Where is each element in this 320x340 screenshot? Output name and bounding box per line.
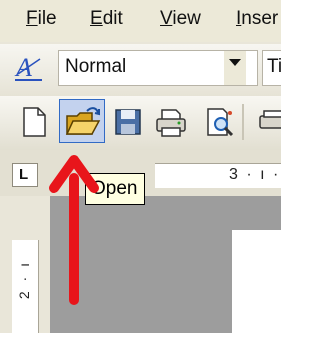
svg-text:A: A bbox=[14, 53, 32, 82]
save-disk-icon[interactable] bbox=[113, 104, 143, 140]
menu-file[interactable]: File bbox=[26, 8, 57, 30]
menu-edit-rest: dit bbox=[102, 8, 123, 29]
tooltip-text: Open bbox=[91, 178, 138, 199]
document-page[interactable] bbox=[232, 230, 281, 333]
left-tab-icon: L bbox=[19, 166, 29, 183]
horizontal-ruler-marks: 3 · ı · bbox=[229, 166, 281, 183]
open-folder-icon[interactable] bbox=[64, 104, 102, 140]
menu-insert-rest: nser bbox=[241, 8, 279, 29]
vertical-ruler[interactable]: 2 · ı bbox=[12, 240, 39, 333]
menu-edit[interactable]: Edit bbox=[90, 8, 123, 30]
menu-bar: File Edit View Inser bbox=[0, 0, 281, 42]
vertical-ruler-marks: 2 · ı bbox=[16, 260, 32, 300]
menu-view[interactable]: View bbox=[160, 8, 201, 30]
horizontal-ruler[interactable]: 3 · ı · bbox=[155, 163, 281, 188]
styles-and-formatting-icon[interactable]: A bbox=[12, 50, 46, 86]
tab-selector[interactable]: L bbox=[12, 163, 38, 187]
menu-file-rest: ile bbox=[37, 8, 57, 29]
menu-view-rest: iew bbox=[172, 8, 201, 29]
style-value: Normal bbox=[65, 56, 127, 77]
menu-insert[interactable]: Inser bbox=[236, 8, 278, 30]
new-document-icon[interactable] bbox=[20, 104, 50, 140]
print-preview-icon[interactable] bbox=[203, 104, 237, 140]
chevron-down-icon bbox=[229, 59, 241, 66]
font-combobox[interactable]: Ti bbox=[262, 50, 281, 86]
open-tooltip: Open bbox=[85, 173, 145, 205]
print-icon[interactable] bbox=[154, 104, 188, 140]
toolbar-separator bbox=[242, 104, 244, 140]
word-window: File Edit View Inser A Normal Ti L 3 · ı… bbox=[0, 0, 281, 333]
font-value: Ti bbox=[267, 56, 281, 77]
style-dropdown-button[interactable] bbox=[224, 51, 246, 85]
spelling-icon[interactable] bbox=[256, 104, 281, 140]
